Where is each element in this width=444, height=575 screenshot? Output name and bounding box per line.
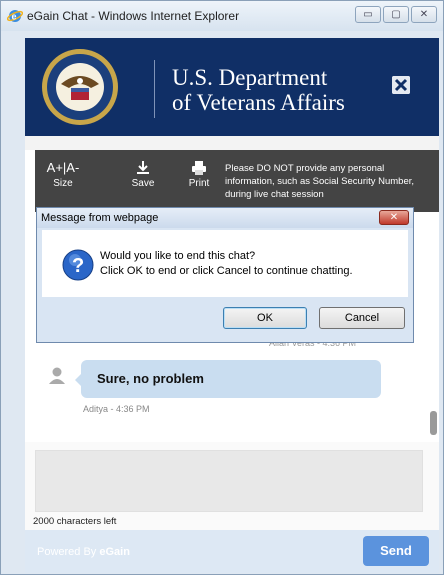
browser-window: e eGain Chat - Windows Internet Explorer… (0, 0, 444, 575)
dialog-question: Would you like to end this chat? (100, 250, 256, 262)
window-controls: ▭ ▢ ✕ (355, 6, 437, 23)
va-title-line1: U.S. Department (172, 65, 328, 90)
dialog-instruction: Click OK to end or click Cancel to conti… (100, 265, 353, 277)
confirm-dialog: Message from webpage ✕ ? Would you like … (36, 207, 414, 343)
chat-footer: Powered By eGain Send (25, 530, 439, 573)
close-chat-x-icon[interactable] (392, 76, 410, 94)
internet-explorer-icon: e (7, 10, 23, 22)
maximize-button[interactable]: ▢ (383, 6, 409, 23)
privacy-notice: Please DO NOT provide any personal infor… (225, 163, 415, 200)
save-icon (137, 161, 149, 174)
user-avatar-icon (49, 367, 65, 384)
chat-toolbar: A+|A- Size Save Print Please DO NOT prov… (35, 150, 439, 212)
text-size-icon: A+|A- (46, 160, 80, 175)
send-button[interactable]: Send (363, 536, 429, 566)
size-tool[interactable]: A+|A- Size (45, 158, 81, 189)
egain-brand: eGain (99, 546, 130, 558)
print-label: Print (188, 178, 210, 189)
user-message-meta: Aditya - 4:36 PM (83, 404, 150, 414)
ok-button[interactable]: OK (223, 307, 307, 329)
window-close-button[interactable]: ✕ (411, 6, 437, 23)
bubble-tail (75, 374, 81, 386)
window-title: eGain Chat - Windows Internet Explorer (27, 9, 240, 23)
characters-left-counter: 2000 characters left (33, 516, 117, 527)
user-message-text: Sure, no problem (97, 371, 204, 386)
question-icon: ? (62, 249, 94, 281)
dialog-titlebar[interactable]: Message from webpage ✕ (37, 208, 413, 228)
va-seal-logo (42, 49, 118, 125)
printer-icon (192, 161, 206, 175)
header-divider (154, 60, 155, 118)
powered-by-text: Powered By eGain (37, 546, 130, 558)
svg-text:?: ? (72, 255, 84, 277)
dialog-button-row: OK Cancel (37, 297, 413, 343)
dialog-title: Message from webpage (41, 212, 159, 224)
save-label: Save (131, 178, 155, 189)
va-header: U.S. Department of Veterans Affairs (25, 38, 439, 136)
print-tool[interactable]: Print (181, 158, 217, 189)
message-input[interactable] (35, 450, 423, 512)
user-message-bubble: Sure, no problem (75, 360, 381, 398)
powered-by-label: Powered By (37, 546, 97, 558)
save-tool[interactable]: Save (125, 158, 161, 189)
window-titlebar[interactable]: e eGain Chat - Windows Internet Explorer… (1, 1, 443, 31)
transcript-scrollbar[interactable] (430, 411, 437, 435)
header-separator (25, 136, 439, 150)
va-title-line2: of Veterans Affairs (172, 90, 345, 115)
svg-text:e: e (12, 12, 17, 22)
dialog-body: ? Would you like to end this chat? Click… (42, 230, 408, 297)
cancel-button[interactable]: Cancel (319, 307, 405, 329)
size-label: Size (53, 178, 73, 189)
minimize-button[interactable]: ▭ (355, 6, 381, 23)
dialog-close-button[interactable]: ✕ (379, 210, 409, 225)
